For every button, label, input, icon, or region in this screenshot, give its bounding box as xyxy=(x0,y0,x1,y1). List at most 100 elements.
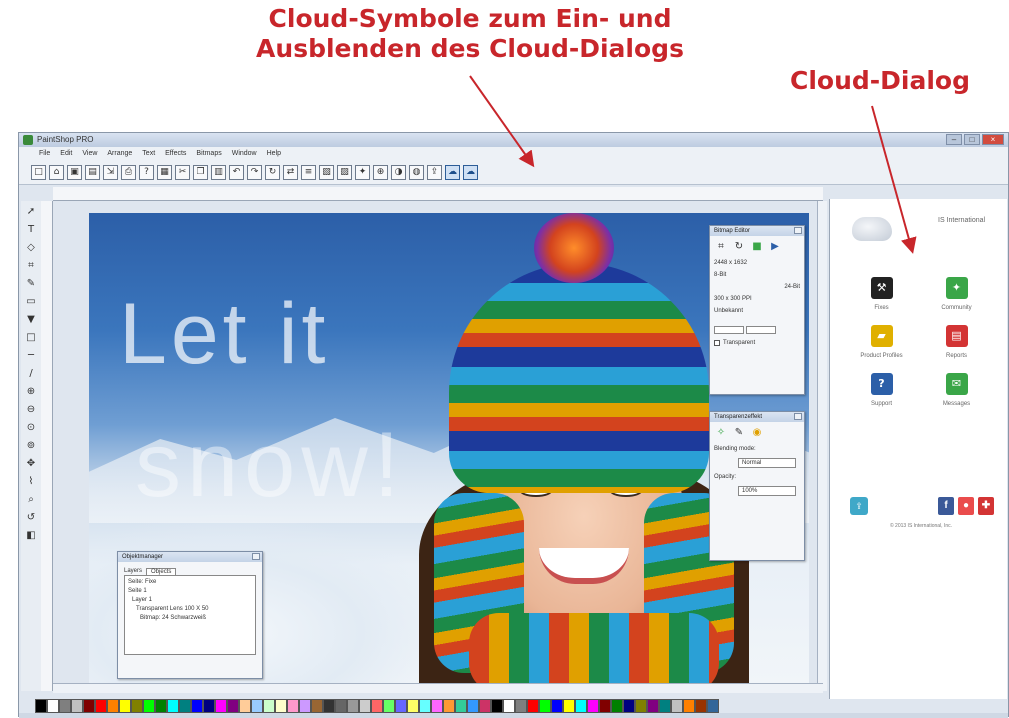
color-swatch[interactable] xyxy=(83,699,95,713)
color-swatch[interactable] xyxy=(167,699,179,713)
color-swatch[interactable] xyxy=(383,699,395,713)
horizontal-scrollbar[interactable] xyxy=(53,683,823,693)
cloud-item[interactable]: ▰Product Profiles xyxy=(844,325,919,359)
color-swatch[interactable] xyxy=(599,699,611,713)
facebook-icon[interactable]: f xyxy=(938,497,954,515)
flip-icon[interactable]: ⇄ xyxy=(283,165,298,180)
color-swatch[interactable] xyxy=(335,699,347,713)
color-swatch[interactable] xyxy=(395,699,407,713)
globe-icon[interactable]: ◉ xyxy=(750,426,764,440)
rotate-icon[interactable]: ↺ xyxy=(24,511,38,525)
cloud-item[interactable]: ⚒Fixes xyxy=(844,277,919,311)
tree-item[interactable]: Seite 1 xyxy=(128,588,252,594)
color-swatch[interactable] xyxy=(347,699,359,713)
color-swatch[interactable] xyxy=(467,699,479,713)
color-swatch[interactable] xyxy=(707,699,719,713)
color-swatch[interactable] xyxy=(503,699,515,713)
color-swatch[interactable] xyxy=(275,699,287,713)
menu-text[interactable]: Text xyxy=(142,147,155,161)
color-swatch[interactable] xyxy=(107,699,119,713)
menu-edit[interactable]: Edit xyxy=(60,147,72,161)
cloud-toggle-icon[interactable]: ☁ xyxy=(445,165,460,180)
color-swatch[interactable] xyxy=(287,699,299,713)
minimize-button[interactable]: – xyxy=(946,134,962,145)
group-icon[interactable]: ▧ xyxy=(319,165,334,180)
transparency-panel-close-button[interactable] xyxy=(794,413,802,420)
rotate-icon[interactable]: ↻ xyxy=(265,165,280,180)
help-icon[interactable]: ? xyxy=(139,165,154,180)
color-swatch[interactable] xyxy=(191,699,203,713)
ungroup-icon[interactable]: ▨ xyxy=(337,165,352,180)
color-swatch[interactable] xyxy=(371,699,383,713)
color-swatch[interactable] xyxy=(95,699,107,713)
bitmap-width-field[interactable] xyxy=(714,326,744,334)
menu-view[interactable]: View xyxy=(82,147,97,161)
color-swatch[interactable] xyxy=(443,699,455,713)
menu-window[interactable]: Window xyxy=(232,147,257,161)
color-swatch[interactable] xyxy=(419,699,431,713)
color-swatch[interactable] xyxy=(143,699,155,713)
color-swatch[interactable] xyxy=(623,699,635,713)
color-swatch[interactable] xyxy=(239,699,251,713)
color-picker-icon[interactable]: ◧ xyxy=(24,529,38,543)
color-swatch[interactable] xyxy=(635,699,647,713)
color-swatch[interactable] xyxy=(695,699,707,713)
color-swatch[interactable] xyxy=(203,699,215,713)
line-icon[interactable]: ─ xyxy=(24,349,38,363)
bitmap-panel-close-button[interactable] xyxy=(794,227,802,234)
color-swatch[interactable] xyxy=(35,699,47,713)
shape-icon[interactable]: ◇ xyxy=(24,241,38,255)
color-swatch[interactable] xyxy=(527,699,539,713)
color-swatch[interactable] xyxy=(575,699,587,713)
color-swatch[interactable] xyxy=(671,699,683,713)
eraser-icon[interactable]: ▭ xyxy=(24,295,38,309)
crop-icon[interactable]: ⌗ xyxy=(714,240,728,254)
paste-icon[interactable]: ▥ xyxy=(211,165,226,180)
color-swatch[interactable] xyxy=(563,699,575,713)
color-icon[interactable]: ■ xyxy=(750,240,764,254)
google-plus-icon[interactable]: ✚ xyxy=(978,497,994,515)
menu-bitmaps[interactable]: Bitmaps xyxy=(196,147,221,161)
wand-icon[interactable]: ✧ xyxy=(714,426,728,440)
bitmap-height-field[interactable] xyxy=(746,326,776,334)
text-icon[interactable]: T xyxy=(24,223,38,237)
color-swatch[interactable] xyxy=(359,699,371,713)
bitmap-transparent-option[interactable]: Transparent xyxy=(714,340,800,346)
tab-layers[interactable]: Layers xyxy=(124,568,142,575)
color-swatch[interactable] xyxy=(323,699,335,713)
color-swatch[interactable] xyxy=(587,699,599,713)
tree-item[interactable]: Seite: Fixe xyxy=(128,579,252,585)
wizard-icon[interactable]: ✦ xyxy=(355,165,370,180)
cloud-item[interactable]: ▤Reports xyxy=(919,325,994,359)
blending-mode-select[interactable]: Normal xyxy=(738,458,796,468)
color-swatch[interactable] xyxy=(251,699,263,713)
maximize-button[interactable]: □ xyxy=(964,134,980,145)
color-swatch[interactable] xyxy=(263,699,275,713)
color-swatch[interactable] xyxy=(155,699,167,713)
tree-item[interactable]: Layer 1 xyxy=(128,597,252,603)
object-manager-panel[interactable]: Objektmanager Layers Objects Seite: Fixe… xyxy=(117,551,263,679)
color-swatch[interactable] xyxy=(119,699,131,713)
color-swatch[interactable] xyxy=(407,699,419,713)
cloud-upload-icon[interactable]: ⇪ xyxy=(427,165,442,180)
color-picker-icon[interactable]: ▶ xyxy=(768,240,782,254)
color-icon[interactable]: ◑ xyxy=(391,165,406,180)
menu-arrange[interactable]: Arrange xyxy=(107,147,132,161)
cloud-item[interactable]: ?Support xyxy=(844,373,919,407)
share-icon[interactable]: ⇪ xyxy=(850,497,868,515)
color-swatch[interactable] xyxy=(311,699,323,713)
object-manager-close-button[interactable] xyxy=(252,553,260,560)
align-icon[interactable]: ≡ xyxy=(301,165,316,180)
tree-item[interactable]: Transparent Lens 100 X 50 xyxy=(128,606,252,612)
pen-icon[interactable]: ✎ xyxy=(24,277,38,291)
zoom-icon[interactable]: ⌕ xyxy=(24,493,38,507)
pick-icon[interactable]: ➚ xyxy=(24,205,38,219)
menu-effects[interactable]: Effects xyxy=(165,147,186,161)
color-swatch[interactable] xyxy=(479,699,491,713)
save-icon[interactable]: ▣ xyxy=(67,165,82,180)
cloud-dialog-icon[interactable]: ☁ xyxy=(463,165,478,180)
copy-icon[interactable]: ❐ xyxy=(193,165,208,180)
color-swatch[interactable] xyxy=(491,699,503,713)
color-swatch[interactable] xyxy=(647,699,659,713)
open-icon[interactable]: ⌂ xyxy=(49,165,64,180)
